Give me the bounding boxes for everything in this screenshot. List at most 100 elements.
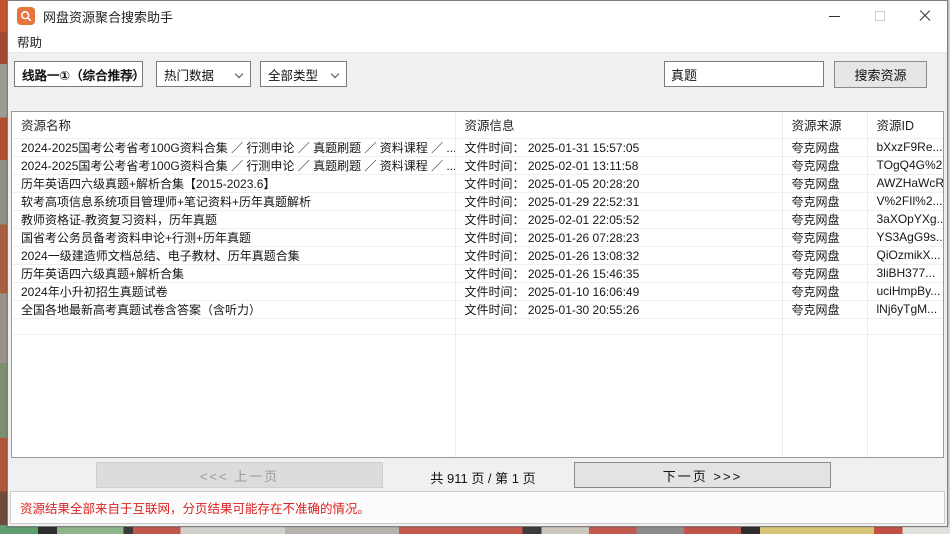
resource-source-cell: 夸克网盘 <box>782 228 867 246</box>
table-row[interactable]: 教师资格证-教资复习资料，历年真题 文件时间： 2025-02-01 22:05… <box>12 210 943 228</box>
resource-id-cell: 3aXOpYXg... <box>867 210 943 228</box>
resource-id-cell: 3liBH377... <box>867 264 943 282</box>
resource-source-cell: 夸克网盘 <box>782 174 867 192</box>
resource-name-cell[interactable]: 教师资格证-教资复习资料，历年真题 <box>12 210 455 228</box>
column-header-info[interactable]: 资源信息 <box>455 112 782 138</box>
resource-info-cell: 文件时间： 2025-01-05 20:28:20 <box>455 174 782 192</box>
resource-name-cell[interactable]: 2024一级建造师文档总结、电子教材、历年真题合集 <box>12 246 455 264</box>
table-row[interactable]: 2024年小升初招生真题试卷 文件时间： 2025-01-10 16:06:49… <box>12 282 943 300</box>
table-row[interactable]: 历年英语四六级真题+解析合集 文件时间： 2025-01-26 15:46:35… <box>12 264 943 282</box>
table-row[interactable]: 国省考公务员备考资料申论+行测+历年真题 文件时间： 2025-01-26 07… <box>12 228 943 246</box>
line-select[interactable]: 线路一①（综合推荐） <box>14 61 143 87</box>
resource-id-cell: AWZHaWcR... <box>867 174 943 192</box>
status-message: 资源结果全部来自于互联网，分页结果可能存在不准确的情况。 <box>20 498 370 517</box>
resource-name-cell[interactable]: 全国各地最新高考真题试卷含答案（含听力） <box>12 300 455 318</box>
resource-source-cell <box>782 318 867 334</box>
resource-id-cell: V%2FIl%2... <box>867 192 943 210</box>
search-button[interactable]: 搜索资源 <box>834 61 927 88</box>
resource-source-cell: 夸克网盘 <box>782 138 867 156</box>
resource-source-cell <box>782 334 867 350</box>
resource-name-cell <box>12 318 455 334</box>
maximize-icon <box>875 11 885 21</box>
resource-id-cell: uciHmpBy... <box>867 282 943 300</box>
table-row[interactable]: 软考高项信息系统项目管理师+笔记资料+历年真题解析 文件时间： 2025-01-… <box>12 192 943 210</box>
resource-info-cell: 文件时间： 2025-02-01 13:11:58 <box>455 156 782 174</box>
window-controls <box>812 1 947 31</box>
resource-name-cell[interactable]: 国省考公务员备考资料申论+行测+历年真题 <box>12 228 455 246</box>
resource-id-cell: bXxzF9Re... <box>867 138 943 156</box>
menu-item-help[interactable]: 帮助 <box>8 30 51 53</box>
menu-bar: 帮助 <box>8 31 947 53</box>
column-divider <box>455 112 456 457</box>
resource-info-cell: 文件时间： 2025-01-31 15:57:05 <box>455 138 782 156</box>
column-divider <box>782 112 783 457</box>
table-row[interactable]: 全国各地最新高考真题试卷含答案（含听力） 文件时间： 2025-01-30 20… <box>12 300 943 318</box>
window-title: 网盘资源聚合搜索助手 <box>43 7 173 26</box>
table-row[interactable]: 2024-2025国考公考省考100G资料合集 ／ 行测申论 ／ 真题刷题 ／ … <box>12 138 943 156</box>
resource-id-cell: lNj6yTgM... <box>867 300 943 318</box>
table-row[interactable]: 2024-2025国考公考省考100G资料合集 ／ 行测申论 ／ 真题刷题 ／ … <box>12 156 943 174</box>
desktop-wallpaper-left <box>0 0 7 534</box>
next-page-button[interactable]: 下一页 >>> <box>574 462 831 488</box>
resource-name-cell[interactable]: 历年英语四六级真题+解析合集【2015-2023.6】 <box>12 174 455 192</box>
resource-source-cell: 夸克网盘 <box>782 156 867 174</box>
resource-source-cell: 夸克网盘 <box>782 210 867 228</box>
search-input[interactable] <box>664 61 824 87</box>
resource-name-cell[interactable]: 2024年小升初招生真题试卷 <box>12 282 455 300</box>
column-header-id[interactable]: 资源ID <box>867 112 943 138</box>
close-icon <box>919 10 931 22</box>
resource-name-cell[interactable]: 2024-2025国考公考省考100G资料合集 ／ 行测申论 ／ 真题刷题 ／ … <box>12 156 455 174</box>
status-bar: 资源结果全部来自于互联网，分页结果可能存在不准确的情况。 <box>10 491 945 524</box>
minimize-icon <box>829 16 840 17</box>
results-table: 资源名称 资源信息 资源来源 资源ID 2024-2025国考公考省考100G资… <box>11 111 944 458</box>
resource-info-cell <box>455 334 782 350</box>
resource-info-cell: 文件时间： 2025-01-26 13:08:32 <box>455 246 782 264</box>
column-header-source[interactable]: 资源来源 <box>782 112 867 138</box>
close-button[interactable] <box>902 1 947 31</box>
minimize-button[interactable] <box>812 1 857 31</box>
table-header-row: 资源名称 资源信息 资源来源 资源ID <box>12 112 943 138</box>
resource-info-cell: 文件时间： 2025-01-30 20:55:26 <box>455 300 782 318</box>
resource-name-cell[interactable]: 历年英语四六级真题+解析合集 <box>12 264 455 282</box>
resource-info-cell <box>455 318 782 334</box>
data-select-value: 热门数据 <box>164 65 214 84</box>
resource-source-cell: 夸克网盘 <box>782 192 867 210</box>
prev-page-button[interactable]: <<< 上一页 <box>96 462 383 488</box>
chevron-down-icon <box>331 70 339 78</box>
table-row[interactable]: 历年英语四六级真题+解析合集【2015-2023.6】 文件时间： 2025-0… <box>12 174 943 192</box>
resource-id-cell <box>867 334 943 350</box>
app-logo-search-icon <box>17 7 35 25</box>
resource-source-cell: 夸克网盘 <box>782 282 867 300</box>
resource-name-cell <box>12 334 455 350</box>
resource-id-cell: TOgQ4G%2... <box>867 156 943 174</box>
title-bar[interactable]: 网盘资源聚合搜索助手 <box>8 1 947 31</box>
maximize-button[interactable] <box>857 1 902 31</box>
resource-id-cell: QiOzmikX... <box>867 246 943 264</box>
resource-id-cell <box>867 318 943 334</box>
table-body: 2024-2025国考公考省考100G资料合集 ／ 行测申论 ／ 真题刷题 ／ … <box>12 138 943 350</box>
column-divider <box>867 112 868 457</box>
resource-info-cell: 文件时间： 2025-02-01 22:05:52 <box>455 210 782 228</box>
app-window: 网盘资源聚合搜索助手 帮助 线路一①（综合推荐） 热门数据 全部类型 搜索资源 <box>7 0 948 527</box>
type-select-value: 全部类型 <box>268 65 318 84</box>
column-header-name[interactable]: 资源名称 <box>12 112 455 138</box>
empty-row <box>12 318 943 334</box>
resource-source-cell: 夸克网盘 <box>782 264 867 282</box>
resource-info-cell: 文件时间： 2025-01-26 07:28:23 <box>455 228 782 246</box>
resource-source-cell: 夸克网盘 <box>782 300 867 318</box>
resource-info-cell: 文件时间： 2025-01-10 16:06:49 <box>455 282 782 300</box>
toolbar: 线路一①（综合推荐） 热门数据 全部类型 搜索资源 <box>8 53 947 97</box>
magnifier-icon <box>20 10 32 22</box>
type-select[interactable]: 全部类型 <box>260 61 347 87</box>
resource-id-cell: YS3AgG9s... <box>867 228 943 246</box>
table-row[interactable]: 2024一级建造师文档总结、电子教材、历年真题合集 文件时间： 2025-01-… <box>12 246 943 264</box>
empty-row <box>12 334 943 350</box>
resource-info-cell: 文件时间： 2025-01-29 22:52:31 <box>455 192 782 210</box>
resource-name-cell[interactable]: 软考高项信息系统项目管理师+笔记资料+历年真题解析 <box>12 192 455 210</box>
data-select[interactable]: 热门数据 <box>156 61 251 87</box>
page-count-label: 共 911 页 / 第 1 页 <box>408 468 558 487</box>
resource-info-cell: 文件时间： 2025-01-26 15:46:35 <box>455 264 782 282</box>
line-select-value: 线路一①（综合推荐） <box>22 65 143 84</box>
resource-source-cell: 夸克网盘 <box>782 246 867 264</box>
resource-name-cell[interactable]: 2024-2025国考公考省考100G资料合集 ／ 行测申论 ／ 真题刷题 ／ … <box>12 138 455 156</box>
